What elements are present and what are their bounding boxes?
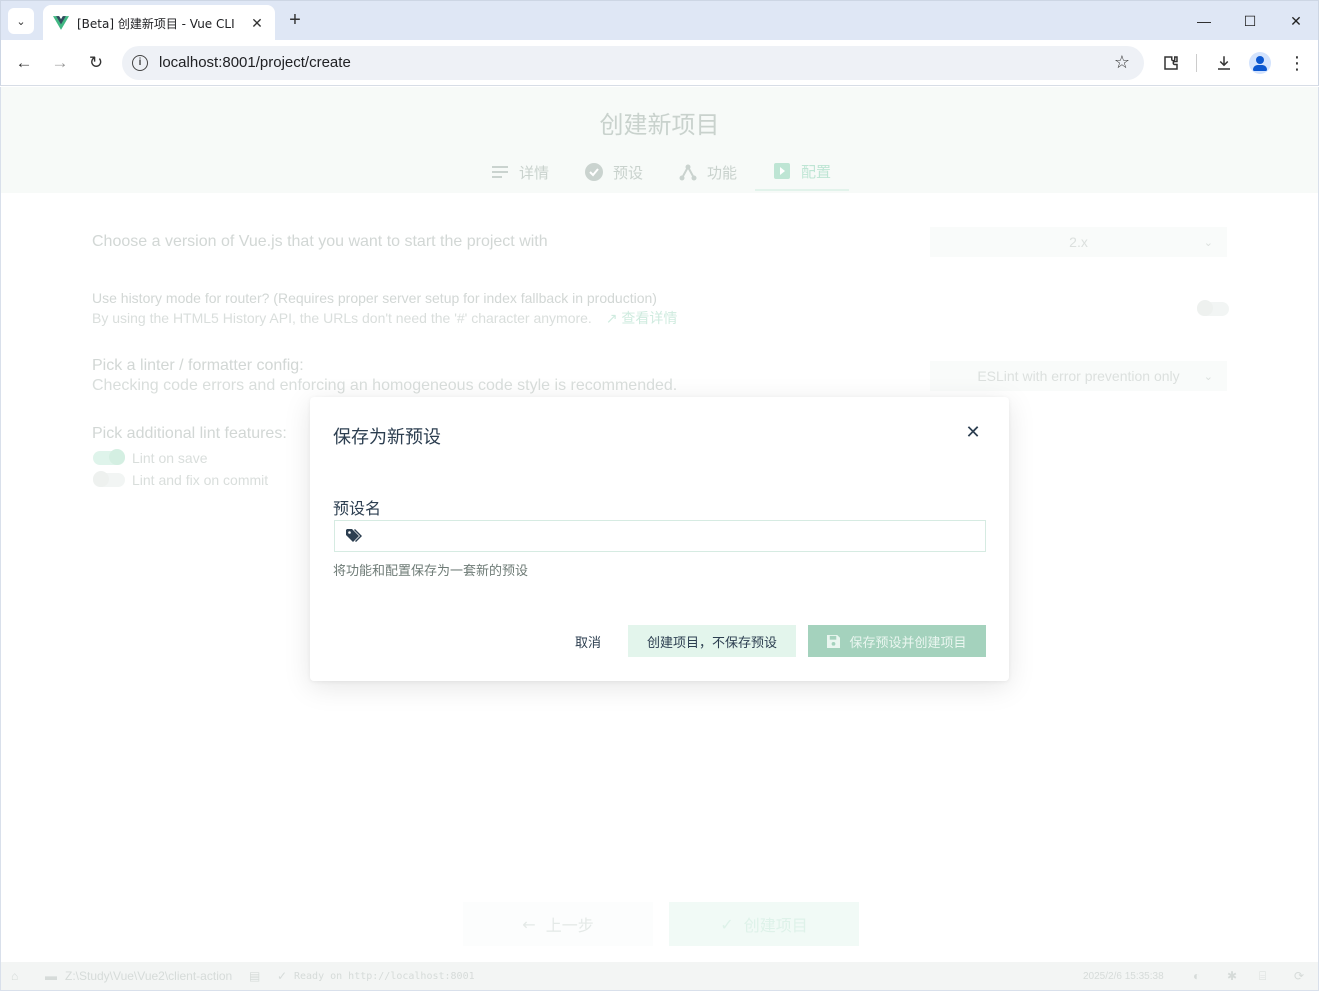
- new-tab-button[interactable]: +: [284, 9, 306, 31]
- button-label: 保存预设并创建项目: [849, 635, 967, 651]
- tab-title: [Beta] 创建新项目 - Vue CLI: [77, 16, 235, 31]
- browser-menu-icon[interactable]: ⋮: [1285, 51, 1309, 75]
- preset-name-description: 将功能和配置保存为一套新的预设: [333, 564, 529, 579]
- tab-search-dropdown[interactable]: ⌄: [8, 8, 34, 34]
- profile-avatar[interactable]: [1249, 52, 1271, 74]
- address-bar[interactable]: i localhost:8001/project/create ☆: [122, 46, 1144, 80]
- cancel-button[interactable]: 取消: [563, 625, 613, 657]
- bookmark-star-icon[interactable]: ☆: [1114, 52, 1130, 73]
- site-info-icon[interactable]: i: [132, 55, 148, 71]
- save-disk-icon: [827, 634, 841, 648]
- modal-title: 保存为新预设: [333, 427, 441, 448]
- reload-icon[interactable]: ↻: [84, 51, 108, 75]
- tag-icon: [346, 529, 362, 542]
- preset-name-input[interactable]: [373, 521, 973, 551]
- close-icon[interactable]: ✕: [963, 422, 983, 442]
- vue-logo-icon: [53, 16, 69, 30]
- tab-close-icon[interactable]: ✕: [249, 15, 265, 32]
- back-arrow-icon[interactable]: ←: [12, 51, 36, 75]
- forward-arrow-icon[interactable]: →: [48, 51, 72, 75]
- browser-tab-bar: ⌄ [Beta] 创建新项目 - Vue CLI ✕ + — ☐ ✕: [0, 0, 1319, 41]
- extensions-icon[interactable]: [1159, 51, 1183, 75]
- browser-toolbar: ← → ↻ i localhost:8001/project/create ☆ …: [0, 40, 1319, 86]
- toolbar-divider: [1196, 54, 1197, 72]
- create-without-preset-button[interactable]: 创建项目，不保存预设: [628, 625, 796, 657]
- download-icon[interactable]: [1212, 51, 1236, 75]
- minimize-button[interactable]: —: [1181, 1, 1227, 41]
- save-preset-modal: 保存为新预设 ✕ 预设名 将功能和配置保存为一套新的预设 取消 创建项目，不保存…: [310, 397, 1009, 681]
- browser-tab[interactable]: [Beta] 创建新项目 - Vue CLI ✕: [43, 5, 275, 41]
- url-text[interactable]: localhost:8001/project/create: [159, 54, 351, 71]
- preset-name-field[interactable]: [334, 520, 986, 552]
- preset-name-label: 预设名: [333, 499, 382, 518]
- chevron-down-icon: ⌄: [16, 15, 26, 28]
- maximize-button[interactable]: ☐: [1227, 1, 1273, 41]
- close-window-button[interactable]: ✕: [1273, 1, 1319, 41]
- save-preset-and-create-button[interactable]: 保存预设并创建项目: [808, 625, 986, 657]
